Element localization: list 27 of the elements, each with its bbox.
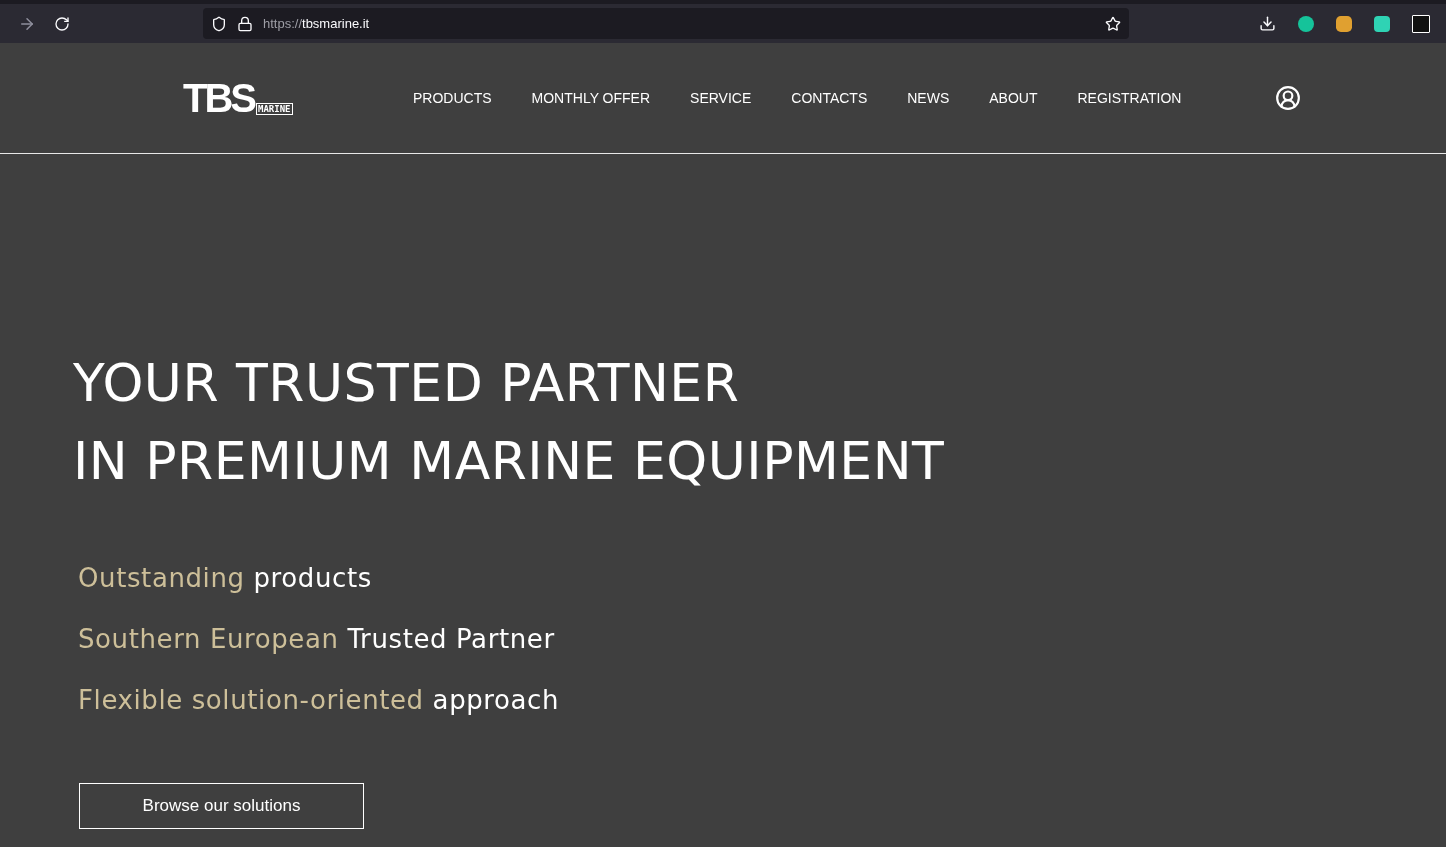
- nav-link[interactable]: ABOUT: [989, 90, 1038, 106]
- nav-link[interactable]: PRODUCTS: [413, 90, 492, 106]
- logo-subtitle: MARINE: [256, 103, 293, 115]
- lock-icon[interactable]: [237, 15, 253, 32]
- extension-icon[interactable]: [1298, 15, 1314, 32]
- shield-icon[interactable]: [211, 15, 227, 32]
- browse-solutions-button[interactable]: Browse our solutions: [79, 783, 364, 829]
- hero-tagline: Southern European Trusted Partner: [78, 623, 556, 656]
- extension-icon[interactable]: [1374, 15, 1390, 32]
- reload-icon[interactable]: [54, 15, 70, 32]
- address-bar[interactable]: https://tbsmarine.it: [203, 8, 1129, 39]
- nav-link[interactable]: NEWS: [907, 90, 950, 106]
- download-icon[interactable]: [1259, 15, 1276, 32]
- hero-tagline: Flexible solution-oriented approach: [78, 684, 561, 717]
- nav-link[interactable]: SERVICE: [690, 90, 752, 106]
- logo-text[interactable]: TBS: [183, 81, 254, 115]
- extension-icon[interactable]: [1412, 14, 1430, 33]
- hero-heading: YOUR TRUSTED PARTNER: [73, 352, 741, 415]
- user-account-icon[interactable]: [1275, 85, 1302, 111]
- hero-heading: IN PREMIUM MARINE EQUIPMENT: [73, 430, 946, 493]
- extension-icon[interactable]: [1336, 15, 1352, 32]
- nav-link[interactable]: CONTACTS: [791, 90, 868, 106]
- bookmark-star-icon[interactable]: [1105, 15, 1121, 32]
- url-text: https://tbsmarine.it: [263, 16, 370, 31]
- nav-link[interactable]: REGISTRATION: [1077, 90, 1182, 106]
- nav-link[interactable]: MONTHLY OFFER: [531, 90, 651, 106]
- hero-tagline: Outstanding products: [78, 562, 373, 595]
